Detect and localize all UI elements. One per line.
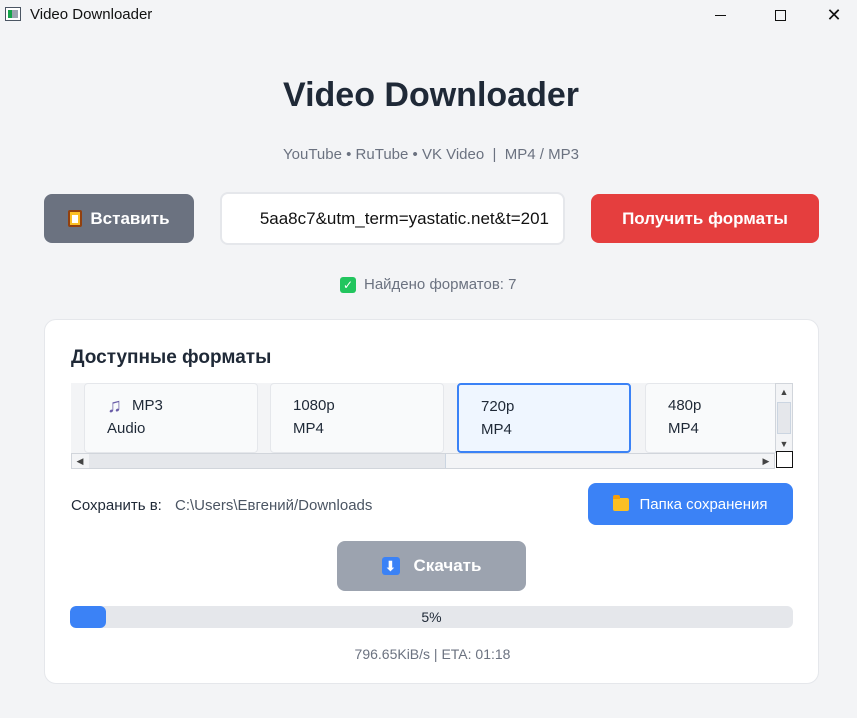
close-icon: ✕ [826, 5, 842, 25]
download-button-label: Скачать [413, 556, 482, 575]
get-formats-button-label: Получить форматы [622, 208, 788, 228]
format-quality: 1080p [293, 397, 335, 414]
scroll-up-icon[interactable]: ▲ [776, 384, 792, 400]
download-progress-bar: 5% [70, 606, 793, 628]
horizontal-scrollbar[interactable]: ◀ ▶ [71, 453, 775, 469]
paste-button[interactable]: Вставить [44, 194, 194, 243]
format-item-720p[interactable]: 720p MP4 [457, 383, 631, 453]
get-formats-button[interactable]: Получить форматы [591, 194, 819, 243]
scroll-right-icon[interactable]: ▶ [758, 454, 774, 468]
download-arrow-icon: ⬇ [381, 557, 400, 575]
url-input[interactable]: 5aa8c7&utm_term=yastatic.net&t=201 [220, 192, 565, 245]
page-subtitle: YouTube • RuTube • VK Video | MP4 / MP3 [283, 146, 579, 163]
save-location-path: C:\Users\Евгений/Downloads [175, 497, 373, 514]
format-quality: MP3 [132, 397, 163, 414]
minimize-button[interactable] [697, 0, 743, 30]
format-item-480p[interactable]: 480p MP4 [645, 383, 793, 453]
paste-button-label: Вставить [90, 208, 170, 228]
format-container: Audio [107, 420, 146, 437]
format-container: MP4 [293, 420, 324, 437]
vertical-scrollbar[interactable]: ▲ ▼ [775, 383, 793, 453]
status-message: ✓ Найдено форматов: 7 [340, 276, 516, 293]
formats-strip: ♫ MP3 Audio 1080p MP4 720p MP4 480p MP4 [71, 383, 793, 453]
page-title: Video Downloader [283, 76, 579, 114]
status-text: Найдено форматов: 7 [364, 276, 517, 293]
save-location-label: Сохранить в: [71, 497, 162, 514]
check-icon: ✓ [340, 276, 356, 293]
maximize-icon [774, 9, 786, 21]
minimize-icon [714, 14, 726, 16]
clipboard-icon [68, 210, 83, 227]
choose-folder-button[interactable]: Папка сохранения [588, 483, 793, 525]
vertical-scroll-thumb[interactable] [777, 402, 791, 434]
format-container: MP4 [481, 421, 512, 438]
app-icon [5, 7, 21, 21]
window-title: Video Downloader [30, 6, 153, 23]
title-bar: Video Downloader ✕ [0, 0, 857, 30]
format-item-mp3[interactable]: ♫ MP3 Audio [84, 383, 258, 453]
music-note-icon: ♫ [107, 394, 122, 417]
formats-card: Доступные форматы ♫ MP3 Audio 1080p MP4 … [44, 319, 819, 684]
close-button[interactable]: ✕ [811, 0, 857, 30]
horizontal-scroll-thumb[interactable] [89, 454, 446, 468]
url-input-value: 5aa8c7&utm_term=yastatic.net&t=201 [259, 208, 549, 228]
scroll-down-icon[interactable]: ▼ [776, 436, 792, 452]
folder-icon [613, 494, 630, 511]
download-speed-eta: 796.65KiB/s | ETA: 01:18 [354, 646, 511, 662]
progress-percent: 5% [421, 609, 442, 625]
scroll-left-icon[interactable]: ◀ [72, 454, 88, 468]
format-item-1080p[interactable]: 1080p MP4 [270, 383, 444, 453]
choose-folder-label: Папка сохранения [639, 495, 768, 513]
format-quality: 720p [481, 398, 515, 415]
formats-title: Доступные форматы [71, 347, 272, 368]
maximize-button[interactable] [757, 0, 803, 30]
download-button[interactable]: ⬇ Скачать [337, 541, 526, 591]
scrollbar-corner [776, 451, 793, 468]
